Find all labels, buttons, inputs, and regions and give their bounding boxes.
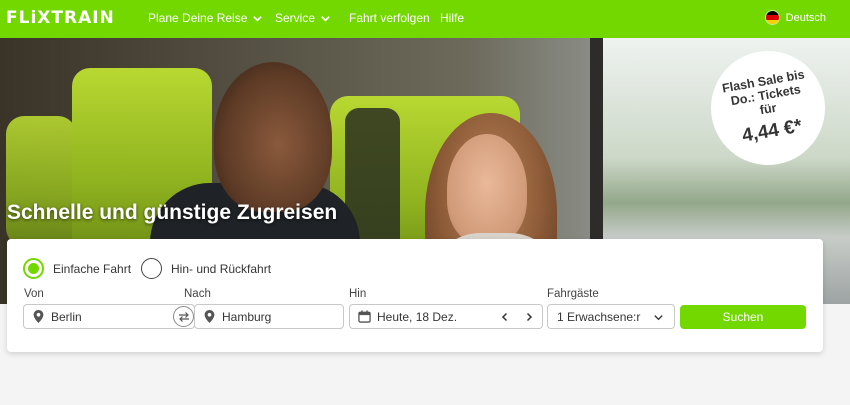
one-way-option[interactable]: Einfache Fahrt bbox=[23, 258, 131, 279]
from-input[interactable]: Berlin bbox=[23, 304, 195, 329]
location-pin-icon bbox=[33, 310, 44, 323]
round-trip-label: Hin- und Rückfahrt bbox=[171, 261, 272, 276]
language-label: Deutsch bbox=[785, 11, 826, 24]
nav-help[interactable]: Hilfe bbox=[440, 11, 464, 25]
train-seat bbox=[6, 116, 76, 246]
chevron-down-icon bbox=[253, 15, 263, 22]
calendar-icon bbox=[358, 310, 371, 323]
woman-passenger-face bbox=[447, 134, 527, 244]
search-button[interactable]: Suchen bbox=[680, 305, 806, 329]
man-passenger-head bbox=[214, 62, 332, 212]
passengers-select[interactable]: 1 Erwachsene:r bbox=[547, 304, 675, 329]
departure-date-input[interactable]: Heute, 18 Dez. bbox=[349, 304, 543, 329]
from-label: Von bbox=[24, 288, 44, 300]
flixtrain-logo[interactable]: FLiXTRAIN bbox=[6, 8, 115, 28]
date-label: Hin bbox=[349, 288, 367, 300]
nav-plan-trip-label: Plane Deine Reise bbox=[148, 11, 248, 25]
departure-date-value: Heute, 18 Dez. bbox=[377, 309, 458, 324]
nav-service-label: Service bbox=[275, 11, 316, 25]
nav-help-label: Hilfe bbox=[440, 11, 465, 25]
nav-service[interactable]: Service bbox=[275, 11, 331, 25]
to-label: Nach bbox=[184, 288, 211, 300]
nav-track-trip-label: Fahrt verfolgen bbox=[349, 11, 430, 25]
to-input[interactable]: Hamburg bbox=[194, 304, 344, 329]
hero-title: Schnelle und günstige Zugreisen bbox=[7, 201, 338, 224]
chevron-left-icon[interactable] bbox=[500, 312, 510, 322]
one-way-label: Einfache Fahrt bbox=[53, 261, 132, 276]
nav-plan-trip[interactable]: Plane Deine Reise bbox=[148, 11, 263, 25]
top-navigation-bar: FLiXTRAIN Plane Deine Reise Service Fahr… bbox=[0, 0, 850, 38]
one-way-radio[interactable] bbox=[23, 258, 44, 279]
round-trip-option[interactable]: Hin- und Rückfahrt bbox=[141, 258, 271, 279]
from-value: Berlin bbox=[51, 309, 82, 324]
nav-track-trip[interactable]: Fahrt verfolgen bbox=[349, 11, 430, 25]
passengers-label: Fahrgäste bbox=[547, 288, 599, 300]
chevron-right-icon[interactable] bbox=[524, 312, 534, 322]
round-trip-radio[interactable] bbox=[141, 258, 162, 279]
flag-germany-icon bbox=[764, 10, 780, 25]
flash-sale-price: 4,44 €* bbox=[740, 115, 804, 147]
date-navigation bbox=[500, 312, 534, 322]
swap-stations-button[interactable] bbox=[173, 306, 194, 327]
to-value: Hamburg bbox=[222, 309, 272, 324]
swap-arrows-icon bbox=[178, 311, 189, 322]
chevron-down-icon bbox=[321, 15, 330, 22]
chevron-down-icon bbox=[654, 315, 663, 321]
search-form-card: Einfache Fahrt Hin- und Rückfahrt Von Na… bbox=[7, 239, 823, 352]
language-selector[interactable]: Deutsch bbox=[764, 10, 826, 25]
location-pin-icon bbox=[204, 310, 215, 323]
passengers-value: 1 Erwachsene:r bbox=[557, 309, 641, 324]
